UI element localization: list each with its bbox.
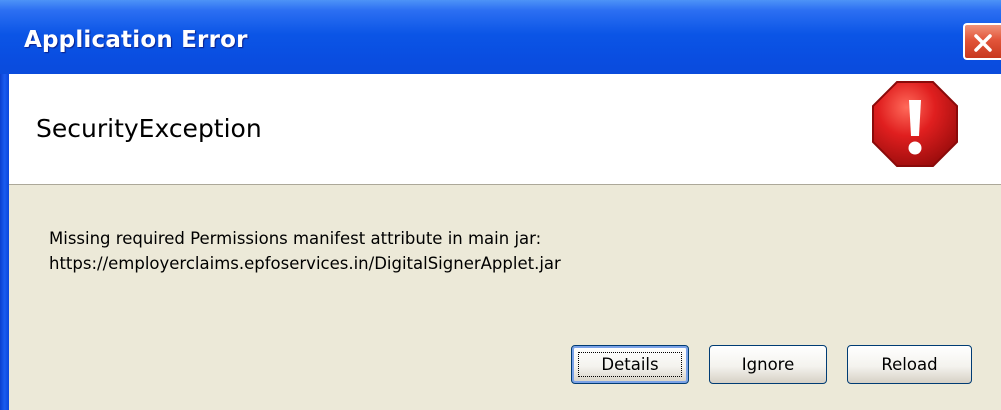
error-message-line-2: https://employerclaims.epfoservices.in/D… [49,254,561,273]
window-frame-left [0,74,9,410]
reload-button[interactable]: Reload [847,345,972,384]
details-button-label: Details [601,355,659,374]
ignore-button-label: Ignore [741,355,795,374]
error-stop-icon [872,81,958,167]
reload-button-label: Reload [881,355,938,374]
exception-title: SecurityException [36,114,262,143]
window-title: Application Error [24,27,248,53]
details-button[interactable]: Details [571,345,689,384]
ignore-button[interactable]: Ignore [709,345,827,384]
dialog-header: SecurityException [9,74,1001,185]
error-dialog-window: Application Error SecurityException Miss… [0,0,1001,410]
close-button[interactable] [963,23,1001,60]
close-icon [974,34,992,52]
dialog-client-area: SecurityException Missing required Permi… [9,74,1001,410]
error-message: Missing required Permissions manifest at… [49,226,561,276]
error-message-line-1: Missing required Permissions manifest at… [49,229,542,248]
